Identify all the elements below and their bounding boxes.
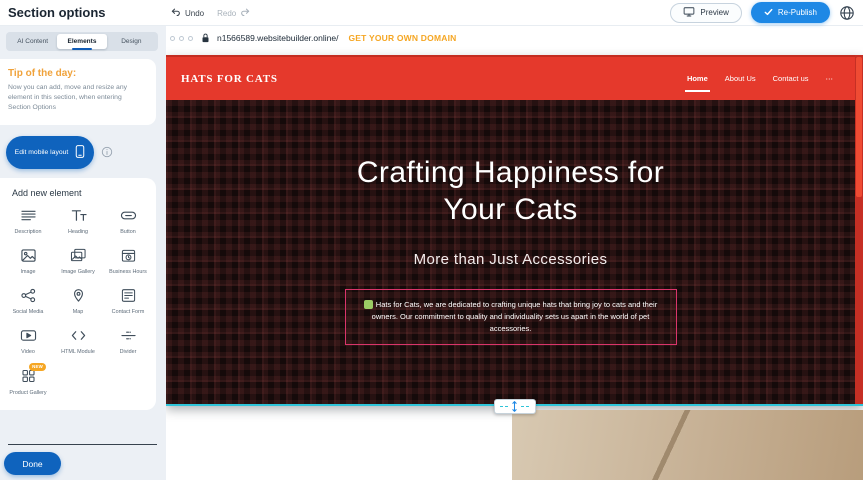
tab-design[interactable]: Design: [107, 34, 156, 49]
element-item-divider[interactable]: Divider: [103, 328, 153, 356]
tip-of-the-day: Tip of the day: Now you can add, move an…: [0, 59, 156, 125]
element-item-button[interactable]: Button: [103, 208, 153, 236]
element-item-contact-form[interactable]: Contact Form: [103, 288, 153, 316]
element-item-heading[interactable]: Heading: [53, 208, 103, 236]
dash-icon: [521, 406, 529, 407]
nav-about-us[interactable]: About Us: [725, 57, 756, 100]
nav-more-menu[interactable]: ⋯: [826, 57, 834, 100]
redo-label: Redo: [217, 9, 236, 18]
edit-mobile-label: Edit mobile layout: [15, 149, 69, 156]
share-icon: [20, 288, 37, 306]
undo-button[interactable]: Undo: [170, 7, 204, 19]
window-dot-icon: [188, 36, 193, 41]
sidebar-divider: [8, 444, 157, 445]
hero-section[interactable]: Crafting Happiness for Your Cats More th…: [166, 100, 855, 406]
republish-button[interactable]: Re-Publish: [751, 2, 830, 23]
hero-subheading: More than Just Accessories: [166, 251, 855, 268]
window-dot-icon: [179, 36, 184, 41]
redo-button[interactable]: Redo: [217, 7, 251, 19]
divider-icon: [120, 328, 137, 346]
add-element-panel: Add new element Description Heading Butt…: [0, 178, 156, 410]
sand-image: [512, 410, 863, 480]
site-scrollbar[interactable]: [855, 55, 863, 406]
element-item-social-media[interactable]: Social Media: [3, 288, 53, 316]
phone-icon: [75, 144, 85, 161]
button-icon: [120, 208, 137, 226]
info-icon[interactable]: [101, 146, 113, 158]
element-item-business-hours[interactable]: Business Hours: [103, 248, 153, 276]
image-gallery-icon: [70, 248, 87, 266]
heading-icon: [70, 208, 87, 226]
done-button[interactable]: Done: [4, 452, 61, 475]
preview-label: Preview: [700, 8, 728, 17]
site-header: HATS FOR CATS Home About Us Contact us ⋯: [166, 55, 863, 100]
element-item-image[interactable]: Image: [3, 248, 53, 276]
browser-address-bar: n1566589.websitebuilder.online/ GET YOUR…: [170, 33, 456, 43]
nav-contact-us[interactable]: Contact us: [773, 57, 809, 100]
tab-elements[interactable]: Elements: [57, 34, 106, 49]
check-icon: [764, 8, 773, 18]
description-icon: [20, 208, 37, 226]
image-icon: [20, 248, 37, 266]
element-item-product-gallery[interactable]: NEW Product Gallery: [3, 368, 53, 397]
monitor-icon: [683, 6, 695, 19]
resize-arrows-icon: [510, 400, 519, 413]
sidebar-tabs: AI Content Elements Design: [6, 32, 158, 51]
site-logo[interactable]: HATS FOR CATS: [181, 73, 278, 85]
site-nav: Home About Us Contact us ⋯: [687, 57, 863, 100]
edit-mobile-layout-button[interactable]: Edit mobile layout: [6, 136, 94, 169]
tip-body: Now you can add, move and resize any ele…: [8, 83, 140, 113]
redo-icon: [240, 7, 251, 19]
add-element-title: Add new element: [12, 188, 153, 198]
hero-text-box[interactable]: Hats for Cats, we are dedicated to craft…: [345, 289, 677, 345]
site-url: n1566589.websitebuilder.online/: [217, 33, 338, 43]
element-item-html-module[interactable]: HTML Module: [53, 328, 103, 356]
scrollbar-thumb[interactable]: [856, 57, 862, 197]
topbar: Section options Undo Redo Preview Re-P: [0, 0, 863, 26]
new-badge: NEW: [29, 363, 46, 371]
element-item-description[interactable]: Description: [3, 208, 53, 236]
window-dot-icon: [170, 36, 175, 41]
element-item-image-gallery[interactable]: Image Gallery: [53, 248, 103, 276]
map-pin-icon: [70, 288, 87, 306]
republish-label: Re-Publish: [778, 8, 817, 17]
code-icon: [70, 328, 87, 346]
nav-home[interactable]: Home: [687, 57, 708, 100]
contact-form-icon: [120, 288, 137, 306]
element-item-video[interactable]: Video: [3, 328, 53, 356]
green-chip-icon: [364, 300, 373, 309]
element-grid: Description Heading Button Image Image G…: [3, 208, 153, 397]
preview-button[interactable]: Preview: [670, 3, 741, 23]
hero-heading: Crafting Happiness for Your Cats: [338, 155, 683, 228]
undo-redo-group: Undo Redo: [170, 0, 251, 26]
video-icon: [20, 328, 37, 346]
dash-icon: [500, 406, 508, 407]
hero-body-text: Hats for Cats, we are dedicated to craft…: [372, 300, 658, 333]
main-preview-area: n1566589.websitebuilder.online/ GET YOUR…: [166, 26, 863, 480]
site-frame: HATS FOR CATS Home About Us Contact us ⋯…: [166, 55, 863, 406]
tab-ai-content[interactable]: AI Content: [8, 34, 57, 49]
undo-icon: [170, 7, 181, 19]
lock-icon: [201, 33, 210, 43]
undo-label: Undo: [185, 9, 204, 18]
topbar-actions: Preview Re-Publish: [670, 2, 855, 23]
edit-mobile-row: Edit mobile layout: [6, 136, 158, 169]
sidebar: AI Content Elements Design Tip of the da…: [0, 26, 166, 480]
element-item-map[interactable]: Map: [53, 288, 103, 316]
globe-icon[interactable]: [839, 5, 855, 21]
get-domain-link[interactable]: GET YOUR OWN DOMAIN: [348, 33, 456, 43]
section-resize-handle[interactable]: [494, 399, 536, 414]
business-hours-icon: [120, 248, 137, 266]
page-title: Section options: [8, 5, 106, 20]
tip-title: Tip of the day:: [8, 68, 146, 79]
